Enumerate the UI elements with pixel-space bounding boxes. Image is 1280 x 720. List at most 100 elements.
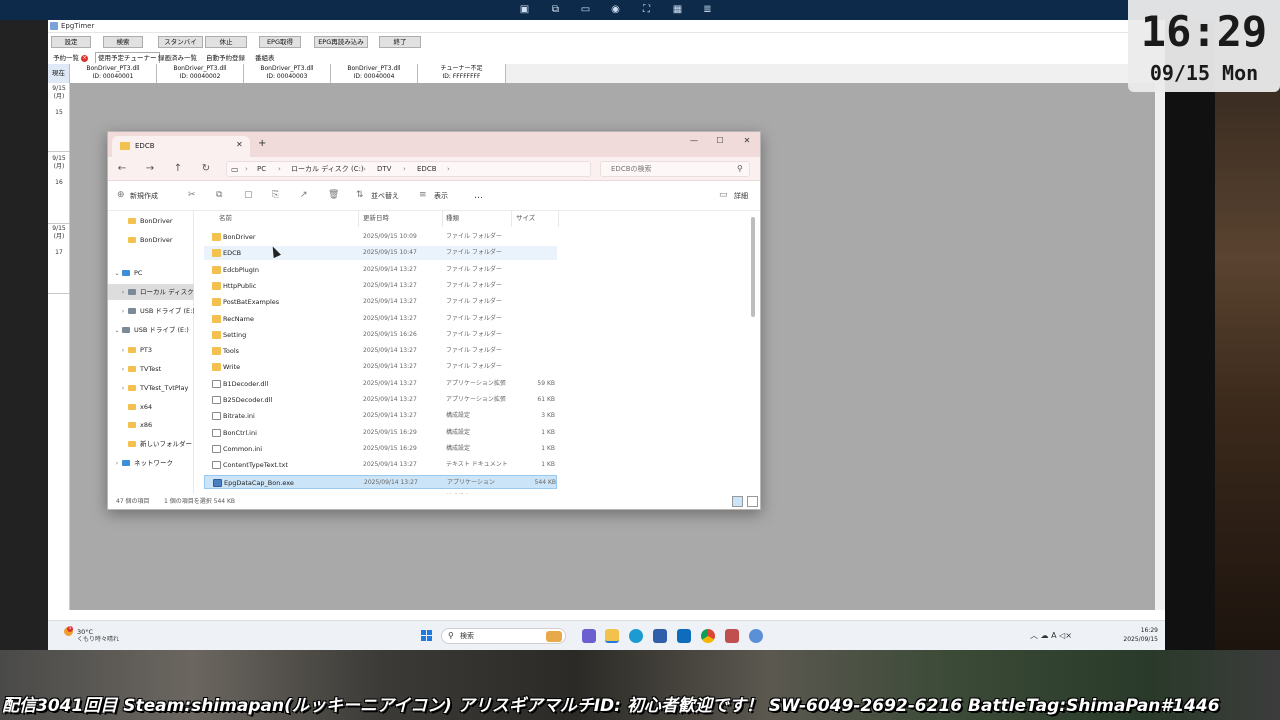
system-tray-icons[interactable]: ︿ ☁ A ◁× xyxy=(1030,631,1072,641)
column-divider[interactable] xyxy=(442,211,443,227)
file-row[interactable]: EpgDataCap_Bon.exe 2025/09/14 13:27 アプリケーシ… xyxy=(204,474,557,489)
outlook-icon[interactable] xyxy=(677,629,691,643)
file-row[interactable]: EdcbPlugIn 2025/09/14 13:27 ファイル フォルダー xyxy=(204,263,557,277)
forward-icon[interactable]: → xyxy=(142,161,158,177)
nav-item[interactable]: BonDriver xyxy=(108,232,194,248)
file-row[interactable]: ContentTypeText.txt 2025/09/14 13:27 テキスト … xyxy=(204,458,557,472)
file-row[interactable]: HttpPublic 2025/09/14 13:27 ファイル フォルダー xyxy=(204,279,557,293)
up-icon[interactable]: ↑ xyxy=(170,161,186,177)
column-divider[interactable] xyxy=(358,211,359,227)
file-row[interactable]: Setting 2025/09/15 16:26 ファイル フォルダー xyxy=(204,328,557,342)
tiles-view-icon[interactable] xyxy=(747,496,758,507)
chevron-icon[interactable]: › xyxy=(118,343,128,358)
window-icon[interactable]: ⧉ xyxy=(550,4,561,15)
tab-recorded[interactable]: 録画済み一覧 xyxy=(155,52,200,63)
share-icon[interactable]: ↗ xyxy=(300,190,308,201)
column-header-type[interactable]: 種類 xyxy=(446,214,459,223)
app-icon[interactable] xyxy=(725,629,739,643)
nav-item[interactable]: › TVTest xyxy=(108,361,194,377)
nav-item[interactable]: › USB ドライブ (E:) xyxy=(108,303,194,319)
monitor-icon[interactable]: ▭ xyxy=(580,4,591,15)
sort-button[interactable]: 並べ替え xyxy=(371,191,399,201)
nav-item[interactable]: › ネットワーク xyxy=(108,455,194,471)
file-row[interactable]: Write 2025/09/14 13:27 ファイル フォルダー xyxy=(204,360,557,374)
tab-tuner-schedule[interactable]: 使用予定チューナー xyxy=(95,52,160,63)
layout-icon[interactable]: ▦ xyxy=(672,4,683,15)
epg-fetch-button[interactable]: EPG取得 xyxy=(259,36,301,48)
eye-icon[interactable]: ◉ xyxy=(610,4,621,15)
refresh-icon[interactable]: ↻ xyxy=(198,161,214,177)
epg-reload-button[interactable]: EPG再読み込み xyxy=(314,36,368,48)
nav-item[interactable]: BonDriver xyxy=(108,213,194,229)
chevron-icon[interactable]: ⌄ xyxy=(112,266,122,281)
nav-item[interactable]: ⌄ PC xyxy=(108,265,194,281)
maximize-icon[interactable]: ☐ xyxy=(707,134,733,148)
tab-program-guide[interactable]: 番組表 xyxy=(252,52,278,63)
nav-item[interactable]: › ローカル ディスク (C:) xyxy=(108,284,194,300)
file-row[interactable]: B1Decoder.dll 2025/09/14 13:27 アプリケーション拡張 5… xyxy=(204,377,557,391)
file-row[interactable]: BonCtrl.ini 2025/09/15 16:29 構成設定 1 KB xyxy=(204,426,557,440)
file-row[interactable]: PostBatExamples 2025/09/14 13:27 ファイル フォルダ… xyxy=(204,295,557,309)
taskbar-search[interactable]: ⚲ 検索 xyxy=(441,628,566,644)
explorer-tab[interactable]: EDCB ✕ xyxy=(112,136,250,157)
new-tab-icon[interactable]: + xyxy=(258,139,266,149)
fullscreen-icon[interactable]: ⛶ xyxy=(641,4,652,15)
epg-scrollbar[interactable] xyxy=(1155,64,1165,610)
breadcrumb-edcb[interactable]: EDCB xyxy=(417,165,437,174)
edge-icon[interactable] xyxy=(629,629,643,643)
breadcrumb-dtv[interactable]: DTV xyxy=(377,165,391,174)
details-pane-icon[interactable]: ▭ xyxy=(719,190,728,201)
file-row[interactable]: BonDriver 2025/09/15 10:09 ファイル フォルダー xyxy=(204,230,557,244)
file-row[interactable]: B25Decoder.dll 2025/09/14 13:27 アプリケーション拡張… xyxy=(204,393,557,407)
search-button[interactable]: 検索 xyxy=(103,36,143,48)
chevron-icon[interactable]: › xyxy=(118,362,128,377)
standby-button[interactable]: スタンバイ xyxy=(158,36,203,48)
settings-button[interactable]: 設定 xyxy=(51,36,91,48)
copy-icon[interactable]: ⧉ xyxy=(216,190,222,201)
back-icon[interactable]: ← xyxy=(114,161,130,177)
nav-item[interactable]: › TVTest_TvtPlay xyxy=(108,380,194,396)
column-divider[interactable] xyxy=(511,211,512,227)
file-row[interactable]: Common.ini 2025/09/15 16:29 構成設定 1 KB xyxy=(204,442,557,456)
explorer-search-input[interactable]: EDCBの検索 ⚲ xyxy=(600,161,750,177)
chrome-icon[interactable] xyxy=(701,629,715,643)
more-button[interactable]: … xyxy=(474,191,483,201)
chevron-icon[interactable]: › xyxy=(118,285,128,300)
tab-auto-reserve[interactable]: 自動予約登録 xyxy=(203,52,248,63)
copilot-icon[interactable] xyxy=(582,629,596,643)
details-button[interactable]: 詳細 xyxy=(734,191,748,201)
breadcrumb-local-disk[interactable]: ローカル ディスク (C:) xyxy=(291,165,364,174)
settings-icon[interactable]: ≣ xyxy=(702,4,713,15)
tray-date[interactable]: 2025/09/15 xyxy=(1114,636,1158,644)
file-row[interactable]: RecName 2025/09/14 13:27 ファイル フォルダー xyxy=(204,312,557,326)
chevron-icon[interactable]: › xyxy=(118,381,128,396)
sort-icon[interactable]: ⇅ xyxy=(356,190,364,201)
hibernate-button[interactable]: 休止 xyxy=(205,36,247,48)
tray-time[interactable]: 16:29 xyxy=(1114,627,1158,635)
file-row[interactable]: Tools 2025/09/14 13:27 ファイル フォルダー xyxy=(204,344,557,358)
clock-app-icon[interactable] xyxy=(749,629,763,643)
nav-item[interactable]: x86 xyxy=(108,417,194,433)
delete-icon[interactable]: 🗑 xyxy=(328,190,339,201)
view-button[interactable]: 表示 xyxy=(434,191,448,201)
column-header-size[interactable]: サイズ xyxy=(516,214,535,223)
rename-icon[interactable]: ⎘ xyxy=(272,190,279,201)
new-button[interactable]: 新規作成 xyxy=(130,191,158,201)
paste-icon[interactable]: ▢ xyxy=(244,190,253,201)
weather-temperature[interactable]: 30°C xyxy=(77,628,93,636)
breadcrumb-pc[interactable]: PC xyxy=(257,165,266,174)
nav-item[interactable]: 新しいフォルダー xyxy=(108,436,194,452)
close-icon[interactable]: ✕ xyxy=(236,140,243,150)
column-divider[interactable] xyxy=(558,211,559,227)
close-window-icon[interactable]: ✕ xyxy=(734,134,760,148)
address-bar[interactable]: ▭ › PC › ローカル ディスク (C:) › DTV › EDCB › xyxy=(226,161,591,177)
weather-description[interactable]: くもり時々晴れ xyxy=(77,636,119,644)
column-header-name[interactable]: 名前 xyxy=(219,214,232,223)
tab-reservations[interactable]: 予約一覧 × xyxy=(50,52,91,63)
chevron-icon[interactable]: ⌄ xyxy=(112,323,122,338)
file-explorer-icon[interactable] xyxy=(605,629,619,643)
exit-button[interactable]: 終了 xyxy=(379,36,421,48)
cut-icon[interactable]: ✂ xyxy=(188,190,196,201)
minimize-icon[interactable]: — xyxy=(681,134,707,148)
file-row[interactable]: Bitrate.ini 2025/09/14 13:27 構成設定 3 KB xyxy=(204,409,557,423)
